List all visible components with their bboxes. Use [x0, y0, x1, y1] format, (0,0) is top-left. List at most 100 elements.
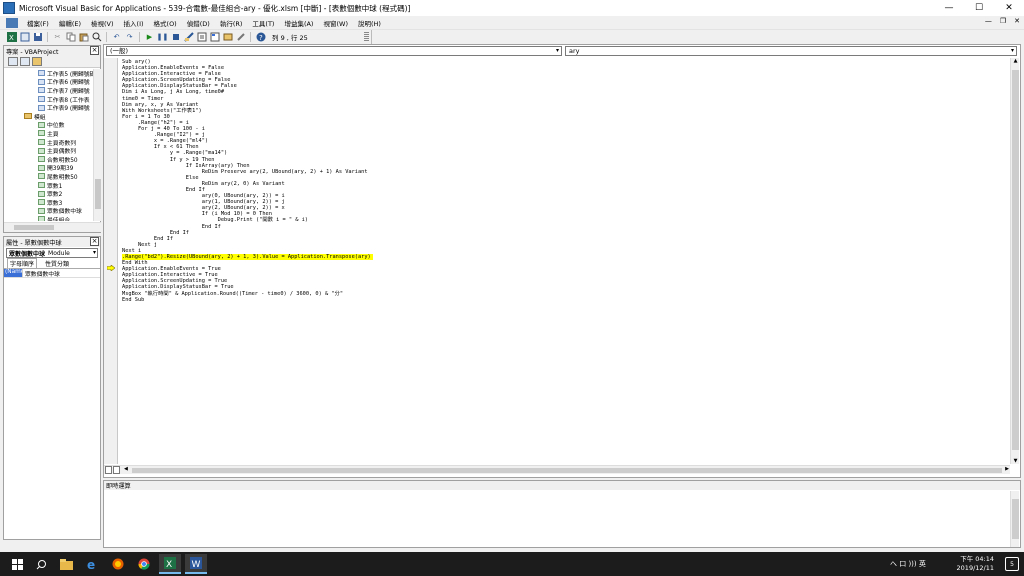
code-line[interactable]: Sub ary() — [122, 59, 151, 65]
properties-object-select[interactable]: 眾數個數中球 Module ▾ — [6, 248, 98, 258]
code-line[interactable]: For i = 1 To 30 — [122, 114, 170, 120]
reset-icon[interactable] — [170, 32, 181, 43]
code-line[interactable]: Application.EnableEvents = False — [122, 65, 224, 71]
redo-icon[interactable]: ↷ — [124, 32, 135, 43]
tree-item[interactable]: 眾數3 — [4, 198, 93, 207]
cut-icon[interactable]: ✂ — [52, 32, 63, 43]
minimize-button[interactable]: — — [934, 0, 964, 16]
code-window-icon[interactable] — [6, 17, 18, 28]
tree-item[interactable]: 眾數2 — [4, 189, 93, 198]
code-hscroll[interactable]: ◀ ▶ — [104, 465, 1010, 474]
tree-item[interactable]: 主頁奇數列 — [4, 138, 93, 147]
menu-format[interactable]: 格式(O) — [149, 18, 182, 28]
design-mode-icon[interactable] — [183, 32, 194, 43]
code-line[interactable]: Application.DisplayStatusBar = True — [122, 284, 234, 290]
code-line[interactable]: End If — [122, 230, 189, 236]
code-line[interactable]: ReDim ary(2, 0) As Variant — [122, 181, 285, 187]
mdi-restore-button[interactable]: ❐ — [1000, 17, 1006, 25]
tree-item[interactable]: 工作表6 (開歸號 — [4, 78, 93, 86]
close-button[interactable]: ✕ — [994, 0, 1024, 16]
tree-item[interactable]: 工作表8 (工作表 — [4, 95, 93, 104]
immediate-window[interactable]: 即時運算 — [103, 480, 1021, 548]
menu-help[interactable]: 說明(H) — [353, 18, 386, 28]
code-line[interactable]: Application.EnableEvents = True — [122, 266, 221, 272]
tree-item[interactable]: 合數明數50 — [4, 155, 93, 164]
tree-item[interactable]: 模組 — [4, 112, 93, 121]
view-code-icon[interactable] — [8, 57, 18, 66]
code-line[interactable]: With Worksheets("工作表1") — [122, 108, 202, 114]
project-pane-close-icon[interactable]: × — [90, 46, 99, 55]
code-vscroll[interactable]: ▲ ▼ — [1010, 58, 1019, 464]
tree-item[interactable]: 尾數明數50 — [4, 172, 93, 181]
tree-item[interactable]: 主頁偶數列 — [4, 146, 93, 155]
object-combo[interactable]: (一般) ▾ — [106, 46, 562, 56]
procedure-combo[interactable]: ary ▾ — [565, 46, 1017, 56]
code-line[interactable]: If IsArray(ary) Then — [122, 163, 250, 169]
code-line[interactable]: Application.ScreenUpdating = False — [122, 77, 230, 83]
code-line[interactable]: x = .Range("ml4") — [122, 138, 208, 144]
menu-tools[interactable]: 工具(T) — [247, 18, 279, 28]
menu-insert[interactable]: 插入(I) — [119, 18, 149, 28]
help-icon[interactable]: ? — [255, 32, 266, 43]
menu-addins[interactable]: 增益集(A) — [279, 18, 318, 28]
code-line[interactable]: Application.ScreenUpdating = True — [122, 278, 227, 284]
excel-taskbar-icon[interactable]: X — [159, 554, 181, 574]
copy-icon[interactable] — [65, 32, 76, 43]
menu-debug[interactable]: 偵錯(D) — [182, 18, 215, 28]
tab-categorized[interactable]: 性質分類 — [43, 259, 71, 268]
object-browser-icon[interactable] — [222, 32, 233, 43]
code-line[interactable]: time0 = Timer — [122, 96, 163, 102]
menu-window[interactable]: 視窗(W) — [318, 18, 353, 28]
current-statement-line[interactable]: .Range("bd2").Resize(UBound(ary, 2) + 1,… — [122, 254, 373, 261]
mdi-close-button[interactable]: ✕ — [1014, 17, 1020, 25]
full-module-view-icon[interactable] — [113, 466, 120, 474]
code-line[interactable]: End If — [122, 236, 173, 242]
tree-item[interactable]: 眾數個數中球 — [4, 207, 93, 215]
menu-edit[interactable]: 編輯(E) — [54, 18, 86, 28]
break-icon[interactable]: ❚❚ — [157, 32, 169, 43]
code-line[interactable]: ary(1, UBound(ary, 2)) = j — [122, 199, 285, 205]
tree-item[interactable]: 工作表7 (開歸號 — [4, 86, 93, 95]
file-explorer-icon[interactable] — [55, 554, 77, 574]
code-line[interactable]: ReDim Preserve ary(2, UBound(ary, 2) + 1… — [122, 169, 368, 175]
code-line[interactable]: Next j — [122, 242, 157, 248]
insert-module-icon[interactable] — [19, 32, 30, 43]
code-line[interactable]: ary(0, UBound(ary, 2)) = i — [122, 193, 285, 199]
property-value[interactable]: 眾數個數中球 — [22, 269, 60, 278]
code-line[interactable]: If y > 19 Then — [122, 157, 215, 163]
tree-item[interactable]: 開39期39 — [4, 164, 93, 172]
notification-center-icon[interactable]: 5 — [1005, 557, 1019, 571]
edge-icon[interactable]: e — [81, 554, 103, 574]
find-icon[interactable] — [91, 32, 102, 43]
code-line[interactable]: Dim i As Long, j As Long, time0# — [122, 89, 224, 95]
immediate-vscroll[interactable] — [1010, 491, 1019, 547]
code-line[interactable]: End If — [122, 187, 205, 193]
project-tree-hscroll[interactable] — [4, 222, 101, 232]
word-taskbar-icon[interactable]: W — [185, 554, 207, 574]
code-margin[interactable] — [104, 58, 118, 464]
toggle-folders-icon[interactable] — [32, 57, 42, 66]
code-line[interactable]: Debug.Print ("開數 i = " & i) — [122, 217, 308, 223]
code-line[interactable]: End With — [122, 260, 148, 266]
tree-item[interactable]: 眾數1 — [4, 181, 93, 190]
menu-view[interactable]: 檢視(V) — [86, 18, 119, 28]
code-line[interactable]: Application.Interactive = False — [122, 71, 221, 77]
code-line[interactable]: Next i — [122, 248, 141, 254]
tree-item[interactable]: 主頁 — [4, 129, 93, 138]
toolbox-icon[interactable] — [235, 32, 246, 43]
project-explorer-icon[interactable] — [196, 32, 207, 43]
tab-alphabetic[interactable]: 字母順序 — [7, 258, 38, 268]
tree-item[interactable]: 最佳組合 — [4, 215, 93, 221]
maximize-button[interactable]: ☐ — [964, 0, 994, 16]
toolbar-grip[interactable] — [364, 32, 369, 42]
view-object-icon[interactable] — [20, 57, 30, 66]
firefox-icon[interactable] — [107, 554, 129, 574]
save-icon[interactable] — [32, 32, 43, 43]
code-line[interactable]: ary(2, UBound(ary, 2)) = x — [122, 205, 285, 211]
code-line[interactable]: Application.DisplayStatusBar = False — [122, 83, 237, 89]
tree-item[interactable]: 工作表9 (開歸號 — [4, 103, 93, 112]
code-editor[interactable]: Sub ary() Application.EnableEvents = Fals… — [122, 59, 1008, 463]
windows-start-icon[interactable] — [6, 554, 28, 574]
tree-item[interactable]: 中位數 — [4, 121, 93, 129]
system-tray[interactable]: へ 口 ))) 英 — [890, 559, 926, 569]
